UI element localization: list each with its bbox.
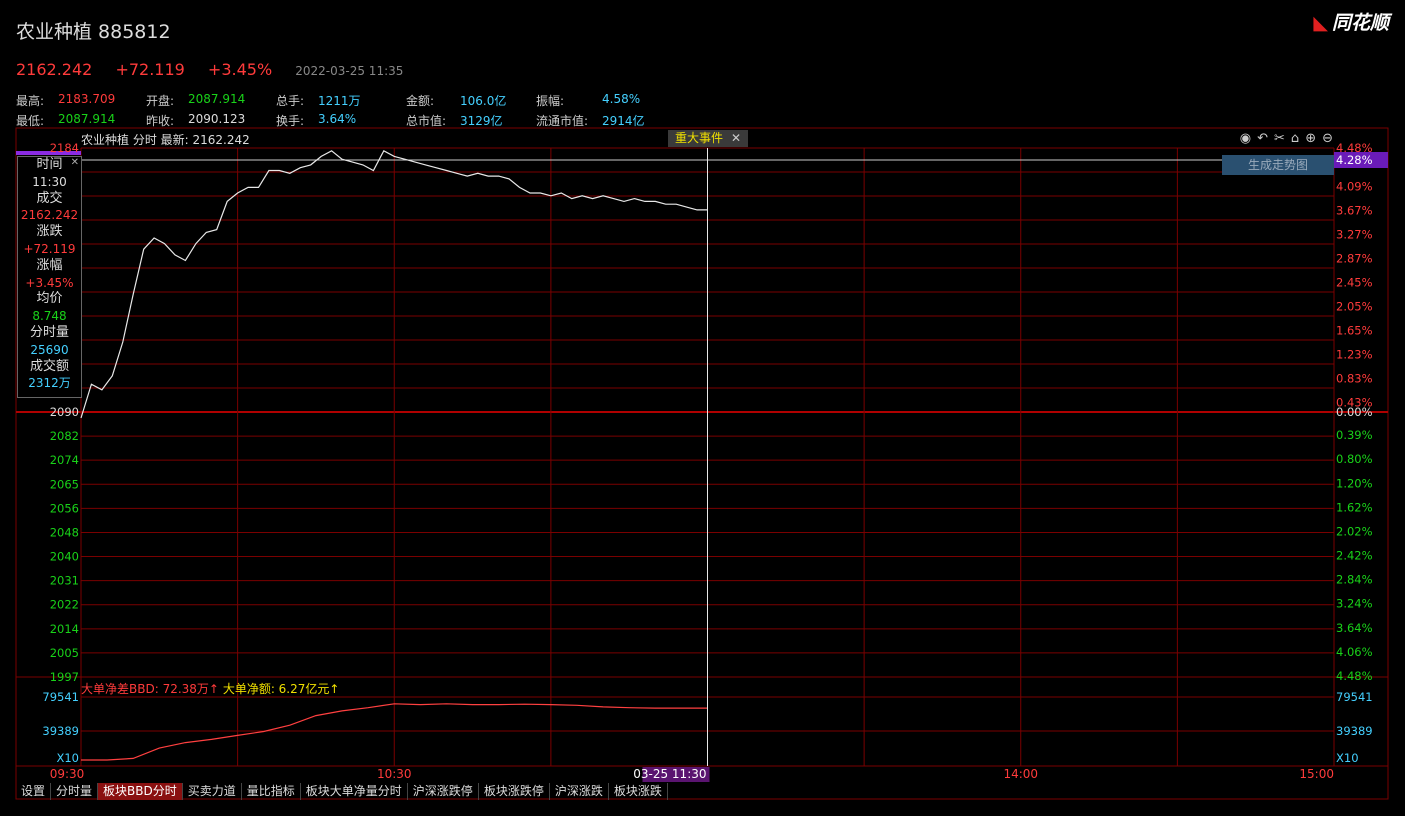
- undo-icon[interactable]: ↶: [1257, 131, 1268, 146]
- y-tick-left: 2014: [50, 622, 79, 636]
- x-tick: 09:30: [50, 767, 85, 781]
- y-tick-right: 4.48%: [1336, 669, 1373, 683]
- deal-value: 2162.242: [20, 208, 79, 223]
- bbd-tick-right: X10: [1336, 751, 1359, 765]
- amount-label: 成交额: [29, 358, 69, 374]
- y-tick-right: 2.42%: [1336, 549, 1373, 563]
- y-tick-left: 2065: [50, 477, 79, 491]
- chart-toolbar: ◉ ↶ ✂ ⌂ ⊕ ⊖: [1234, 131, 1333, 146]
- deal-label: 成交: [36, 190, 63, 206]
- change-value: +72.119: [23, 241, 76, 256]
- bbd-tick-left: X10: [56, 751, 79, 765]
- y-tick-right: 2.02%: [1336, 524, 1373, 538]
- y-tick-right: 1.62%: [1336, 500, 1373, 514]
- y-tick-right: 2.05%: [1336, 299, 1373, 313]
- crosshair-info-panel: ✕ 时间 11:30 成交 2162.242 涨跌 +72.119 涨幅 +3.…: [17, 156, 82, 398]
- y-tick-right: 3.64%: [1336, 621, 1373, 635]
- major-events-label: 重大事件: [674, 131, 723, 145]
- highlight-pct: 4.28%: [1336, 153, 1373, 167]
- y-tick-right: 0.83%: [1336, 371, 1373, 385]
- y-tick-left: 2074: [50, 453, 79, 467]
- bbd-net-diff: 大单净差BBD: 72.38万↑: [81, 682, 219, 696]
- volume-label: 分时量: [29, 324, 69, 340]
- y-tick-right: 2.45%: [1336, 275, 1373, 289]
- y-tick-left: 2005: [50, 646, 79, 660]
- avg-value: 8.748: [32, 309, 67, 324]
- tab-6[interactable]: 沪深涨跌停: [408, 783, 479, 800]
- y-tick-left: 2031: [50, 574, 79, 588]
- bbd-tick-left: 79541: [42, 690, 79, 704]
- bbd-tick-right: 39389: [1336, 724, 1373, 738]
- y-tick-right: 4.09%: [1336, 179, 1373, 193]
- tab-3[interactable]: 买卖力道: [183, 783, 242, 800]
- y-tick-right: 0.39%: [1336, 428, 1373, 442]
- x-tick: 03-25 11:30: [633, 767, 706, 781]
- tab-0[interactable]: 设置: [16, 783, 52, 800]
- y-tick-right: 0.80%: [1336, 452, 1373, 466]
- y-tick-left: 2056: [50, 501, 79, 515]
- y-tick-right: 2.84%: [1336, 573, 1373, 587]
- bbd-tick-right: 79541: [1336, 690, 1373, 704]
- y-tick-right: 2.87%: [1336, 251, 1373, 265]
- zoom-out-icon[interactable]: ⊖: [1322, 131, 1333, 146]
- y-tick-right: 4.06%: [1336, 645, 1373, 659]
- bbd-net-amount: 大单净额: 6.27亿元↑: [222, 682, 340, 696]
- y-tick-left: 2040: [50, 550, 79, 564]
- chart-frame: [15, 127, 1389, 800]
- y-tick-left: 2184: [50, 141, 79, 155]
- y-tick-left: 2082: [50, 429, 79, 443]
- chart-header-label: 农业种植 分时 最新: 2162.242: [81, 133, 250, 147]
- y-tick-right: 3.27%: [1336, 227, 1373, 241]
- tab-1[interactable]: 分时量: [51, 783, 99, 800]
- y-tick-right: 3.24%: [1336, 597, 1373, 611]
- x-tick: 14:00: [1003, 767, 1038, 781]
- y-tick-right: 1.23%: [1336, 347, 1373, 361]
- tab-2[interactable]: 板块BBD分时: [98, 783, 183, 800]
- y-tick-right: 3.67%: [1336, 203, 1373, 217]
- zoom-in-icon[interactable]: ⊕: [1305, 131, 1316, 146]
- y-tick-left: 2022: [50, 598, 79, 612]
- avg-label: 均价: [36, 291, 63, 307]
- amount-value: 2312万: [28, 376, 71, 391]
- close-icon[interactable]: ✕: [71, 157, 79, 168]
- close-icon[interactable]: ✕: [731, 131, 741, 145]
- y-tick-left: 2090: [50, 405, 79, 419]
- generate-trend-button[interactable]: 生成走势图: [1222, 155, 1334, 175]
- indicator-tabs: 设置 分时量 板块BBD分时 买卖力道 量比指标 板块大单净量分时 沪深涨跌停 板块涨跌停 沪深…: [16, 783, 668, 800]
- y-tick-left: 1997: [50, 670, 79, 684]
- y-tick-right: 1.20%: [1336, 476, 1373, 490]
- x-tick: 15:00: [1299, 767, 1334, 781]
- major-events-tab[interactable]: 重大事件 ✕: [668, 130, 748, 147]
- x-tick: 10:30: [377, 767, 412, 781]
- tab-7[interactable]: 板块涨跌停: [479, 783, 550, 800]
- eye-icon[interactable]: ◉: [1240, 131, 1251, 146]
- y-tick-right-zero: 0.00%: [1336, 405, 1373, 419]
- y-tick-left: 2048: [50, 525, 79, 539]
- change-label: 涨跌: [36, 224, 63, 240]
- time-value: 11:30: [32, 174, 67, 189]
- tab-9[interactable]: 板块涨跌: [609, 783, 668, 800]
- bbd-tick-left: 39389: [42, 724, 79, 738]
- lock-icon[interactable]: ⌂: [1291, 131, 1299, 146]
- tab-4[interactable]: 量比指标: [242, 783, 301, 800]
- y-tick-right: 1.65%: [1336, 323, 1373, 337]
- pct-label: 涨幅: [36, 257, 63, 273]
- bbd-legend: 大单净差BBD: 72.38万↑ 大单净额: 6.27亿元↑: [81, 680, 339, 697]
- volume-value: 25690: [30, 342, 69, 357]
- tab-5[interactable]: 板块大单净量分时: [301, 783, 408, 800]
- pct-value: +3.45%: [25, 275, 74, 290]
- scissors-icon[interactable]: ✂: [1274, 131, 1285, 146]
- tab-8[interactable]: 沪深涨跌: [550, 783, 609, 800]
